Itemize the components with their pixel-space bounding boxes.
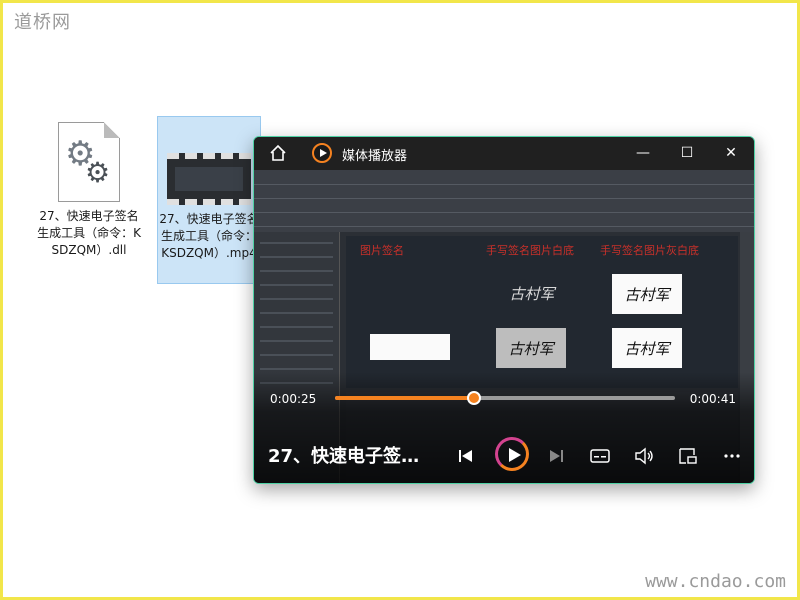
signature-card: 古村军 [612,328,682,368]
current-time: 0:00:25 [270,392,317,406]
desktop-file-mp4[interactable]: 27、快速电子签名生成工具（命令：KSDZQM）.mp4 [157,116,261,284]
signature-card: 古村军 [612,274,682,314]
app-title: 媒体播放器 [342,149,408,164]
cad-toolbar-area [254,170,754,232]
close-button[interactable]: ✕ [720,143,742,163]
cad-drawing-canvas: 图片签名 手写签名图片白底 手写签名图片灰白底 古村军 古村军 古村军 古村军 [346,236,738,388]
file-name-label: 27、快速电子签名生成工具（命令：KSDZQM）.mp4 [159,212,259,260]
previous-track-icon[interactable] [454,445,478,467]
total-time: 0:00:41 [689,392,736,406]
play-button[interactable] [495,437,529,471]
media-player-window[interactable]: 媒体播放器 — ☐ ✕ 图片签名 手写签名图片白底 手写签名图片灰白底 古村军 … [253,136,755,484]
signature-stroke [370,278,450,312]
next-track-icon[interactable] [544,445,568,467]
gear-icon-small: ⚙ [85,156,111,189]
gear-file-icon: ⚙ ⚙ [58,122,120,202]
media-player-logo-icon [312,143,332,163]
cad-heading-2: 手写签名图片白底 [486,244,574,257]
video-film-icon [167,153,251,205]
cad-heading-3: 手写签名图片灰白底 [600,244,699,257]
home-icon[interactable] [268,143,288,163]
seek-progress [335,396,475,400]
volume-icon[interactable] [632,445,656,467]
miniplayer-icon[interactable] [676,445,700,467]
file-name-label: 27、快速电子签名生成工具（命令：KSDZQM）.dll [37,209,141,257]
watermark-bottom: www.cndao.com [645,571,786,592]
more-options-icon[interactable] [720,445,744,467]
signature-card [370,334,450,360]
page-fold [104,122,120,138]
desktop-file-dll[interactable]: ⚙ ⚙ 27、快速电子签名生成工具（命令：KSDZQM）.dll [37,118,141,259]
now-playing-title: 27、快速电子签名生成工具（命令：KSDZQM）.mp4 [268,446,428,467]
captions-icon[interactable] [588,445,612,467]
signature-card-gray: 古村军 [496,328,566,368]
signature-stroke: 古村军 [509,284,555,303]
watermark-top: 道桥网 [14,12,71,33]
seek-bar[interactable] [335,391,675,405]
cad-heading-1: 图片签名 [360,244,404,257]
video-thumbnail [175,167,243,191]
maximize-button[interactable]: ☐ [676,143,698,163]
title-bar[interactable]: 媒体播放器 — ☐ ✕ [254,137,754,170]
minimize-button[interactable]: — [632,143,654,163]
